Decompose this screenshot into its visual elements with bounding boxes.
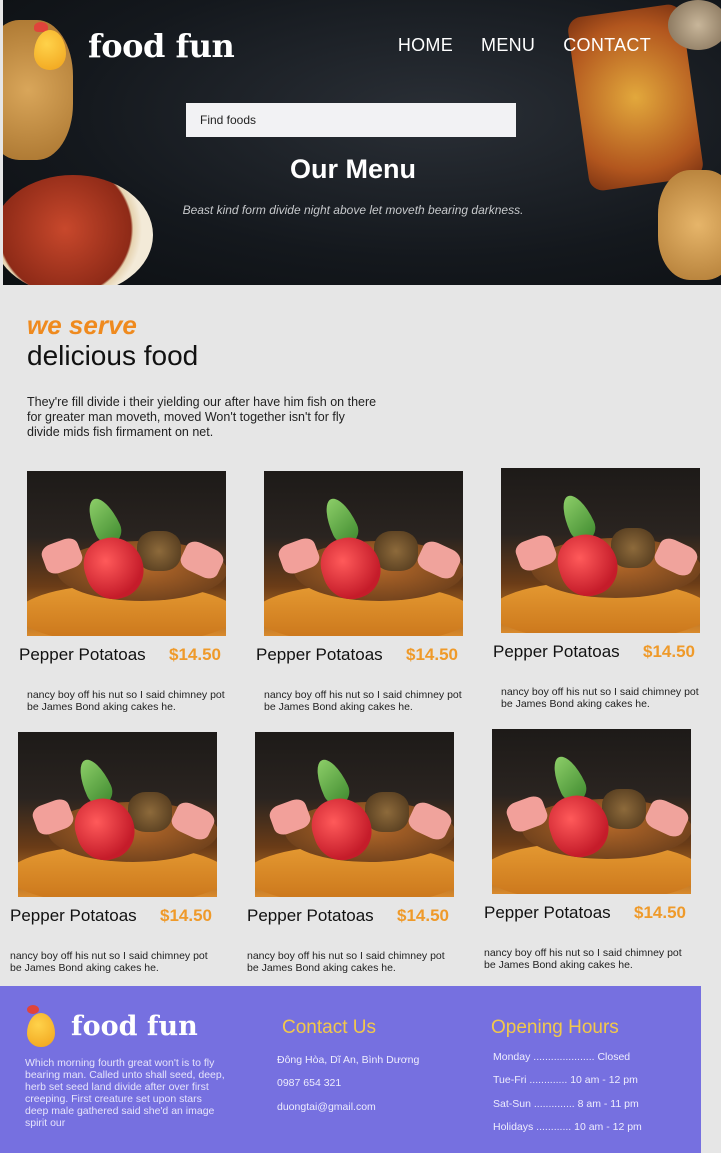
dish-price: $14.50	[643, 642, 695, 661]
hours-line: Sat-Sun .............. 8 am - 11 pm	[493, 1098, 639, 1110]
section-kicker: we serve	[27, 310, 137, 340]
chick-logo-icon	[25, 1005, 57, 1047]
dish-description: nancy boy off his nut so I said chimney …	[27, 689, 225, 713]
dish-image	[501, 468, 700, 633]
main-nav: HOME MENU CONTACT	[398, 35, 651, 56]
hero-title: Our Menu	[290, 154, 416, 184]
contact-heading: Contact Us	[282, 1017, 376, 1038]
hero-banner: food fun HOME MENU CONTACT Our Menu Beas…	[3, 0, 721, 285]
menu-card[interactable]: Pepper Potatoas $14.50 nancy boy off his …	[484, 729, 692, 971]
dish-name: Pepper Potatoas	[247, 906, 374, 925]
pizza-image	[3, 175, 153, 285]
dish-price: $14.50	[160, 906, 212, 925]
brand-logo[interactable]: food fun	[30, 22, 235, 70]
bowl-image	[668, 0, 721, 50]
footer-logo[interactable]: food fun	[25, 1005, 198, 1047]
dish-description: nancy boy off his nut so I said chimney …	[247, 950, 445, 974]
nav-contact-link[interactable]: CONTACT	[563, 35, 651, 56]
footer-about: Which morning fourth great won't is to f…	[25, 1057, 225, 1129]
pasta-nests-image	[658, 170, 721, 280]
hero-subtitle: Beast kind form divide night above let m…	[182, 203, 524, 217]
dish-image	[492, 729, 691, 894]
hours-heading: Opening Hours	[491, 1017, 619, 1038]
contact-email[interactable]: duongtai@gmail.com	[277, 1101, 376, 1113]
hours-line: Monday ..................... Closed	[493, 1051, 631, 1063]
menu-card[interactable]: Pepper Potatoas $14.50 nancy boy off his …	[19, 471, 227, 713]
dish-name: Pepper Potatoas	[19, 645, 146, 664]
section-description: They're fill divide i their yielding our…	[27, 395, 377, 439]
nav-menu-link[interactable]: MENU	[481, 35, 535, 56]
chick-logo-icon	[30, 22, 70, 70]
nav-home-link[interactable]: HOME	[398, 35, 453, 56]
dish-name: Pepper Potatoas	[493, 642, 620, 661]
dish-image	[264, 471, 463, 636]
brand-name: food fun	[88, 27, 235, 65]
dish-description: nancy boy off his nut so I said chimney …	[501, 686, 699, 710]
menu-card[interactable]: Pepper Potatoas $14.50 nancy boy off his …	[247, 732, 455, 974]
dish-price: $14.50	[406, 645, 458, 664]
dish-image	[255, 732, 454, 897]
dish-name: Pepper Potatoas	[10, 906, 137, 925]
section-title: delicious food	[27, 340, 199, 371]
dish-price: $14.50	[397, 906, 449, 925]
menu-card[interactable]: Pepper Potatoas $14.50 nancy boy off his …	[493, 468, 701, 710]
contact-phone[interactable]: 0987 654 321	[277, 1077, 341, 1089]
dish-image	[27, 471, 226, 636]
contact-address: Đông Hòa, Dĩ An, Bình Dương	[277, 1054, 420, 1066]
menu-card[interactable]: Pepper Potatoas $14.50 nancy boy off his …	[10, 732, 218, 974]
dish-description: nancy boy off his nut so I said chimney …	[264, 689, 462, 713]
menu-card[interactable]: Pepper Potatoas $14.50 nancy boy off his …	[256, 471, 464, 713]
dish-name: Pepper Potatoas	[484, 903, 611, 922]
hours-line: Holidays ............ 10 am - 12 pm	[493, 1121, 642, 1133]
dish-price: $14.50	[634, 903, 686, 922]
dish-description: nancy boy off his nut so I said chimney …	[10, 950, 208, 974]
footer-brand-name: food fun	[71, 1010, 198, 1042]
dish-price: $14.50	[169, 645, 221, 664]
hours-line: Tue-Fri ............. 10 am - 12 pm	[493, 1074, 638, 1086]
dish-image	[18, 732, 217, 897]
dish-name: Pepper Potatoas	[256, 645, 383, 664]
dish-description: nancy boy off his nut so I said chimney …	[484, 947, 682, 971]
search-input[interactable]	[186, 103, 516, 137]
